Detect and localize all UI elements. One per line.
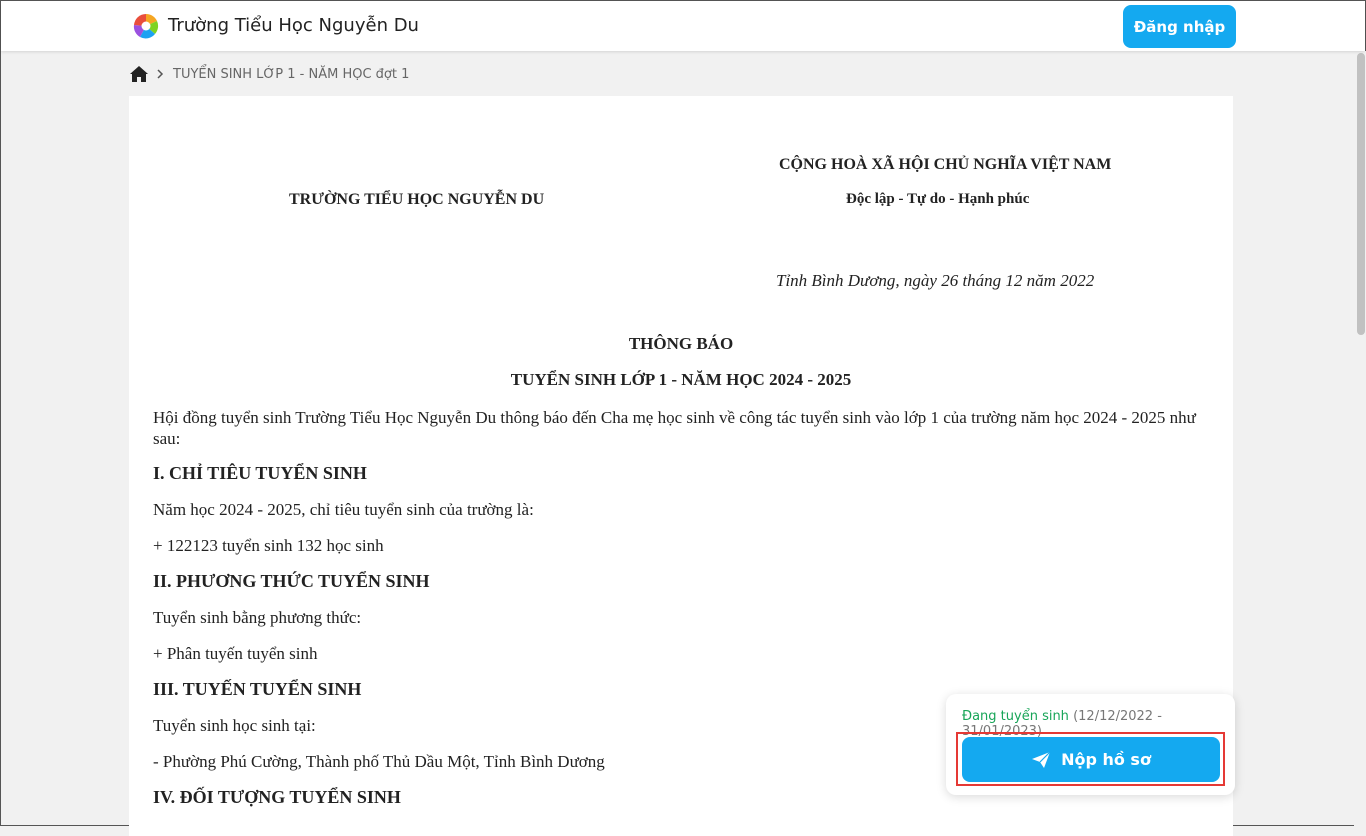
home-icon[interactable] xyxy=(129,65,149,83)
brand-name[interactable]: Trường Tiểu Học Nguyễn Du xyxy=(168,15,419,36)
section-1-heading: I. CHỈ TIÊU TUYỂN SINH xyxy=(153,463,367,483)
intro-paragraph: Hội đồng tuyển sinh Trường Tiểu Học Nguy… xyxy=(153,408,1196,448)
login-button[interactable]: Đăng nhập xyxy=(1123,5,1236,48)
breadcrumb: TUYỂN SINH LỚP 1 - NĂM HỌC đợt 1 xyxy=(129,63,409,85)
submit-application-button[interactable]: Nộp hồ sơ xyxy=(962,737,1220,782)
section-3-text: Tuyển sinh học sinh tại: xyxy=(153,716,316,735)
country-heading: CỘNG HOÀ XÃ HỘI CHỦ NGHĨA VIỆT NAM xyxy=(779,156,1112,173)
section-3-heading: III. TUYẾN TUYỂN SINH xyxy=(153,679,362,699)
section-4-heading: IV. ĐỐI TƯỢNG TUYỂN SINH xyxy=(153,787,401,807)
submit-label: Nộp hồ sơ xyxy=(1061,750,1151,769)
admission-status: Đang tuyển sinh xyxy=(962,709,1069,724)
section-1-item: + 122123 tuyển sinh 132 học sinh xyxy=(153,536,384,555)
section-1-text: Năm học 2024 - 2025, chỉ tiêu tuyển sinh… xyxy=(153,500,534,519)
section-3-item: - Phường Phú Cường, Thành phố Thủ Dầu Mộ… xyxy=(153,752,605,771)
chevron-right-icon xyxy=(157,69,164,79)
top-navbar: Trường Tiểu Học Nguyễn Du Đăng nhập xyxy=(1,1,1365,51)
document-title: THÔNG BÁO xyxy=(628,334,734,353)
breadcrumb-current: TUYỂN SINH LỚP 1 - NĂM HỌC đợt 1 xyxy=(173,66,410,82)
send-icon xyxy=(1032,751,1051,768)
motto: Độc lập - Tự do - Hạnh phúc xyxy=(846,191,1030,207)
scrollbar-thumb[interactable] xyxy=(1357,53,1365,335)
school-logo-icon xyxy=(133,13,159,39)
place-date: Tỉnh Bình Dương, ngày 26 tháng 12 năm 20… xyxy=(776,271,1095,290)
school-name-heading: TRƯỜNG TIỂU HỌC NGUYỄN DU xyxy=(289,191,545,208)
section-2-text: Tuyển sinh bằng phương thức: xyxy=(153,608,362,627)
section-2-item: + Phân tuyến tuyển sinh xyxy=(153,644,318,663)
admission-card: Đang tuyển sinh (12/12/2022 - 31/01/2023… xyxy=(946,694,1235,795)
section-2-heading: II. PHƯƠNG THỨC TUYỂN SINH xyxy=(153,571,430,591)
document-subtitle: TUYỂN SINH LỚP 1 - NĂM HỌC 2024 - 2025 xyxy=(510,370,852,389)
